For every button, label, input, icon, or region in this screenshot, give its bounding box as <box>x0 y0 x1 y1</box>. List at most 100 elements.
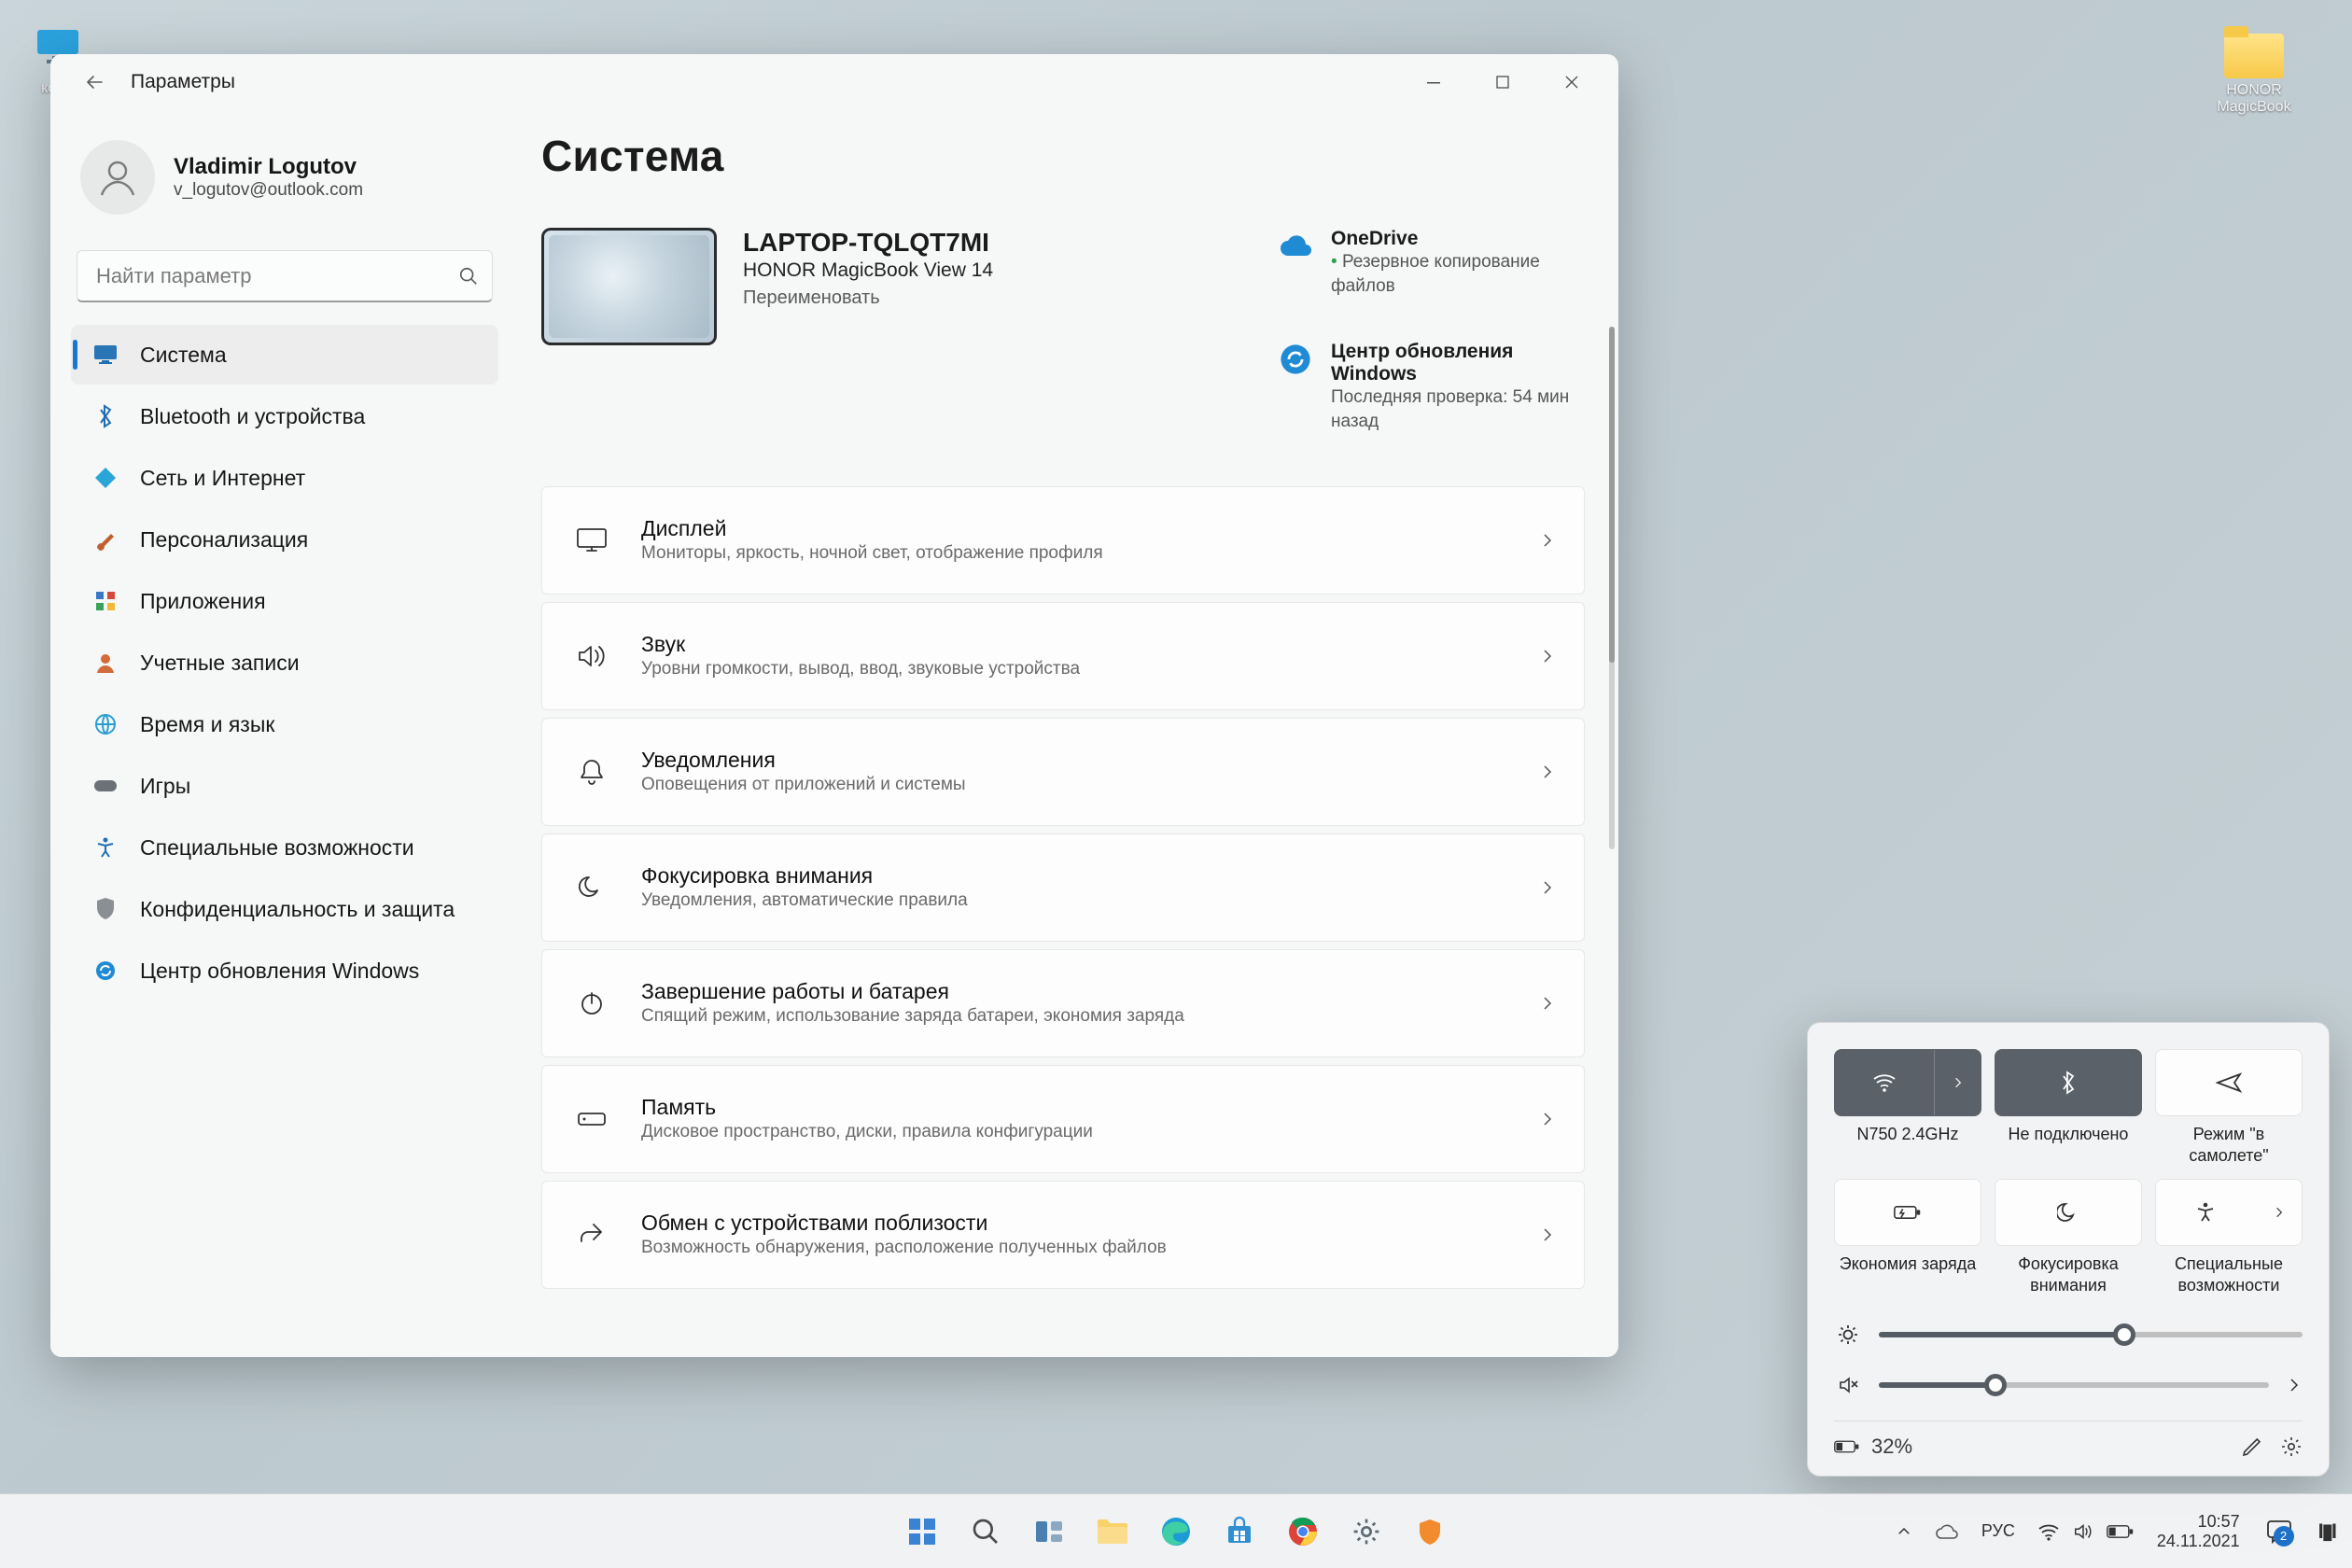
pcmanager-button[interactable] <box>1402 1504 1458 1560</box>
sidebar-item-label: Учетные записи <box>140 651 300 676</box>
card-sub: Возможность обнаружения, расположение по… <box>641 1238 1511 1258</box>
battery-icon <box>1834 1438 1860 1455</box>
sidebar-item-4[interactable]: Приложения <box>71 571 498 631</box>
device-tile[interactable]: LAPTOP-TQLQT7MI HONOR MagicBook View 14 … <box>541 228 1223 434</box>
taskbar: РУС 10:57 24.11.2021 2 I▮I <box>0 1493 2352 1568</box>
settings-taskbar-button[interactable] <box>1338 1504 1394 1560</box>
edit-quick-button[interactable] <box>2241 1435 2263 1458</box>
maximize-icon <box>1496 76 1509 89</box>
settings-card-2[interactable]: УведомленияОповещения от приложений и си… <box>541 718 1585 826</box>
chevron-right-icon[interactable] <box>1934 1050 1981 1115</box>
card-title: Уведомления <box>641 748 1511 773</box>
sidebar-item-3[interactable]: Персонализация <box>71 510 498 569</box>
settings-card-4[interactable]: Завершение работы и батареяСпящий режим,… <box>541 949 1585 1057</box>
settings-card-5[interactable]: ПамятьДисковое пространство, диски, прав… <box>541 1065 1585 1173</box>
search-icon <box>971 1517 1001 1547</box>
quick-tile-airplane[interactable] <box>2155 1049 2303 1116</box>
settings-card-1[interactable]: ЗвукУровни громкости, вывод, ввод, звуко… <box>541 602 1585 710</box>
wifi-icon <box>2037 1522 2060 1541</box>
profile-name: Vladimir Logutov <box>174 154 363 180</box>
quick-tile-battery-saver[interactable] <box>1834 1179 1981 1246</box>
chevron-right-icon <box>1539 648 1556 665</box>
sidebar-item-0[interactable]: Система <box>71 325 498 385</box>
chevron-right-icon[interactable] <box>2286 1377 2303 1393</box>
tray-network-block[interactable] <box>2037 1522 2135 1541</box>
start-button[interactable] <box>894 1504 950 1560</box>
search-button[interactable] <box>958 1504 1014 1560</box>
search-icon <box>458 266 479 287</box>
close-button[interactable] <box>1538 60 1605 105</box>
quick-tile-moon[interactable] <box>1995 1179 2142 1246</box>
desktop-folder-honor[interactable]: HONOR MagicBook <box>2193 26 2315 116</box>
sidebar-item-2[interactable]: Сеть и Интернет <box>71 448 498 508</box>
wifi-icon <box>1835 1050 1934 1115</box>
status-item-0[interactable]: OneDriveРезервное копирование файлов <box>1277 228 1585 298</box>
chrome-button[interactable] <box>1275 1504 1331 1560</box>
chevron-right-icon <box>1539 763 1556 780</box>
sidebar-item-5[interactable]: Учетные записи <box>71 633 498 693</box>
chevron-right-icon[interactable] <box>2255 1180 2302 1245</box>
sidebar-item-8[interactable]: Специальные возможности <box>71 818 498 877</box>
scrollbar-thumb[interactable] <box>1609 327 1615 663</box>
edge-button[interactable] <box>1148 1504 1204 1560</box>
task-view-button[interactable] <box>1021 1504 1077 1560</box>
card-sub: Дисковое пространство, диски, правила ко… <box>641 1122 1511 1142</box>
desktop-folder-label2: MagicBook <box>2193 99 2315 116</box>
task-view-icon <box>1033 1516 1065 1547</box>
tray-language[interactable]: РУС <box>1981 1521 2015 1541</box>
volume-mute-icon[interactable] <box>1834 1374 1862 1396</box>
folder-icon <box>1096 1518 1129 1546</box>
sidebar-item-9[interactable]: Конфиденциальность и защита <box>71 879 498 939</box>
quick-tile-label: Специальные возможности <box>2155 1253 2303 1295</box>
bluetooth-icon <box>91 402 119 430</box>
notification-button[interactable]: 2 <box>2262 1515 2296 1548</box>
tray-clock[interactable]: 10:57 24.11.2021 <box>2157 1512 2240 1550</box>
shield-icon <box>91 895 119 923</box>
quick-tile-wifi[interactable] <box>1834 1049 1981 1116</box>
bell-icon <box>570 750 613 793</box>
quick-tile-bluetooth[interactable] <box>1995 1049 2142 1116</box>
status-title: OneDrive <box>1331 228 1585 250</box>
maximize-button[interactable] <box>1469 60 1536 105</box>
search-box[interactable] <box>77 250 493 302</box>
cloud-icon <box>1935 1523 1959 1540</box>
pencil-icon <box>2241 1435 2263 1458</box>
sidebar-item-label: Приложения <box>140 589 266 614</box>
tray-onedrive-icon[interactable] <box>1935 1523 1959 1540</box>
sidebar-item-1[interactable]: Bluetooth и устройства <box>71 386 498 446</box>
device-rename-link[interactable]: Переименовать <box>743 287 993 309</box>
chevron-right-icon <box>1539 1111 1556 1127</box>
search-input[interactable] <box>96 264 458 288</box>
shield-icon <box>1415 1517 1445 1547</box>
back-button[interactable] <box>75 63 114 102</box>
sidebar-item-7[interactable]: Игры <box>71 756 498 816</box>
status-item-1[interactable]: Центр обновления WindowsПоследняя провер… <box>1277 341 1585 433</box>
scrollbar[interactable] <box>1609 327 1615 849</box>
minimize-button[interactable] <box>1400 60 1467 105</box>
settings-card-3[interactable]: Фокусировка вниманияУведомления, автомат… <box>541 833 1585 942</box>
settings-card-0[interactable]: ДисплейМониторы, яркость, ночной свет, о… <box>541 486 1585 595</box>
sidebar-item-6[interactable]: Время и язык <box>71 694 498 754</box>
profile-block[interactable]: Vladimir Logutov v_logutov@outlook.com <box>71 121 498 241</box>
tray-chevron-button[interactable] <box>1896 1523 1912 1540</box>
windows-icon <box>905 1515 939 1548</box>
sidebar-item-label: Специальные возможности <box>140 835 414 861</box>
card-title: Дисплей <box>641 516 1511 541</box>
brightness-slider[interactable] <box>1879 1332 2303 1337</box>
settings-gear-button[interactable] <box>2280 1435 2303 1458</box>
card-sub: Оповещения от приложений и системы <box>641 775 1511 795</box>
store-button[interactable] <box>1211 1504 1267 1560</box>
settings-card-6[interactable]: Обмен с устройствами поблизостиВозможнос… <box>541 1181 1585 1289</box>
sidebar-item-label: Система <box>140 343 227 368</box>
update-icon <box>91 957 119 985</box>
explorer-button[interactable] <box>1085 1504 1141 1560</box>
volume-slider[interactable] <box>1879 1382 2269 1388</box>
brightness-icon <box>1834 1323 1862 1346</box>
volume-icon <box>2073 1522 2093 1541</box>
sidebar-item-10[interactable]: Центр обновления Windows <box>71 941 498 1001</box>
quick-tile-accessibility[interactable] <box>2155 1179 2303 1246</box>
moon-icon <box>2057 1201 2079 1224</box>
store-icon <box>1225 1517 1254 1547</box>
tray-brand-icon[interactable]: I▮I <box>2318 1519 2335 1544</box>
gear-icon <box>2280 1435 2303 1458</box>
